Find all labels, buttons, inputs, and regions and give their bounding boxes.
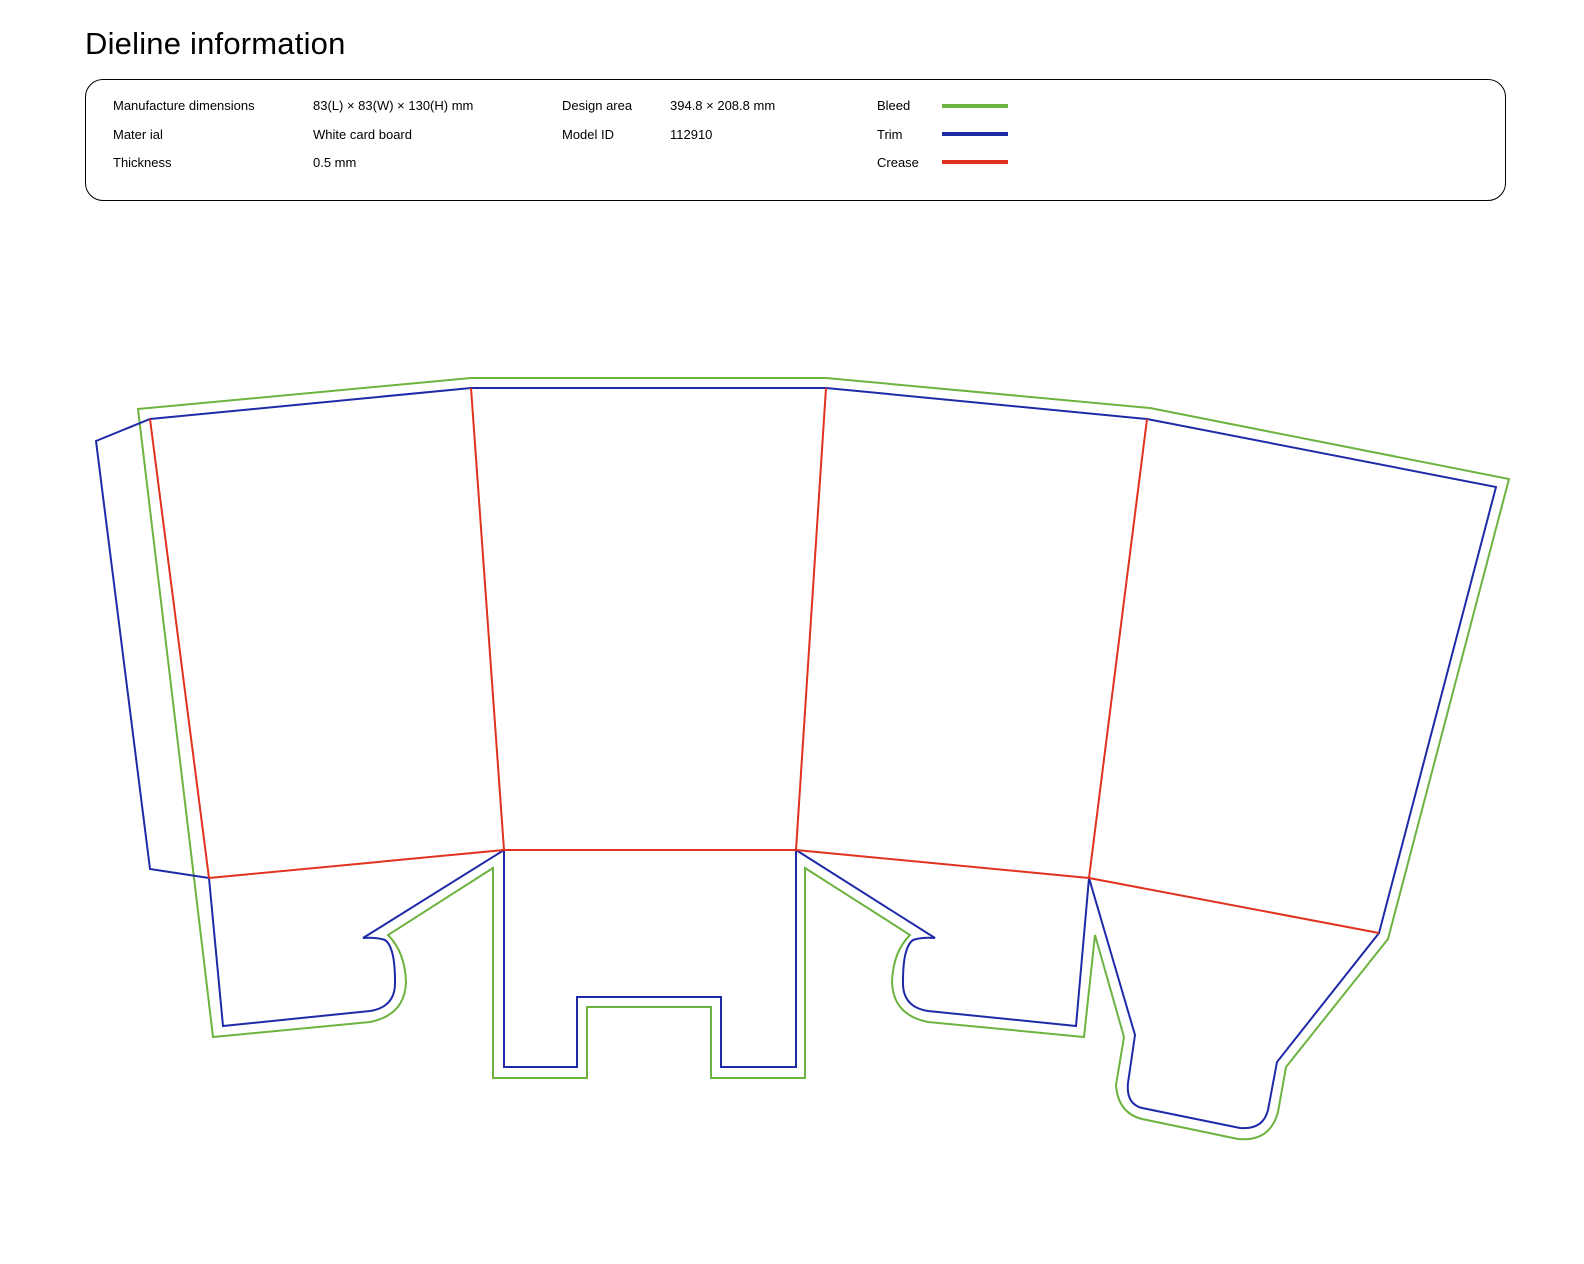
crease-panel1-left	[149, 418, 210, 879]
crease-panel4-left	[1088, 418, 1148, 879]
crease-panel1-bottom	[208, 849, 505, 879]
crease-panel2-left	[470, 387, 505, 851]
crease-panel4-bottom	[1088, 877, 1380, 934]
trim-outline	[94, 387, 1498, 1130]
bleed-outline	[136, 377, 1511, 1141]
crease-panel3-left	[795, 387, 827, 851]
crease-panel3-bottom	[795, 849, 1090, 879]
dieline-drawing	[94, 377, 1511, 1141]
